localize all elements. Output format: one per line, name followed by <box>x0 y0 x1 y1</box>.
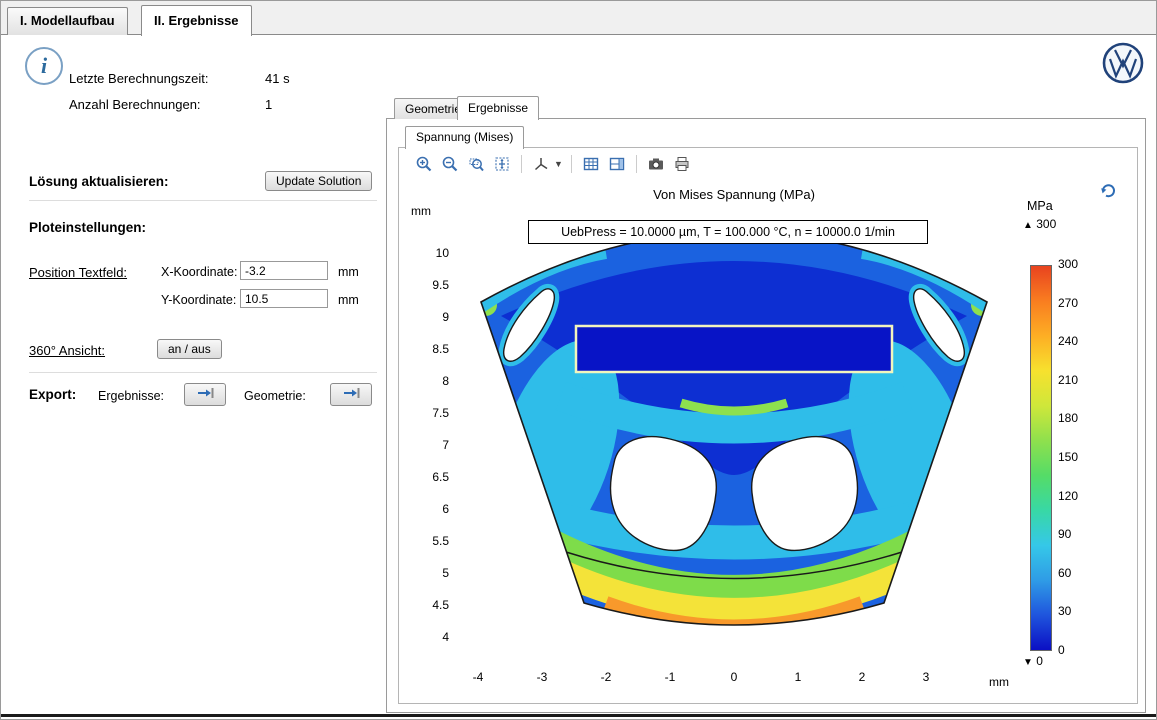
view-360-label: 360° Ansicht: <box>29 343 105 358</box>
x-axis-tick: -2 <box>586 670 626 684</box>
y-axis-tick: 4 <box>415 630 449 644</box>
plot-toolbar: ▼ <box>413 152 693 176</box>
colorbar-tick: 300 <box>1058 257 1078 271</box>
triangle-up-icon: ▲ <box>1023 220 1033 231</box>
x-axis-tick: 1 <box>778 670 818 684</box>
computation-count-value: 1 <box>265 97 272 112</box>
export-heading: Export: <box>29 387 76 402</box>
colorbar-min-value: 0 <box>1036 654 1043 668</box>
view-orientation-icon[interactable] <box>530 153 552 175</box>
y-axis-tick: 5 <box>415 566 449 580</box>
export-icon <box>196 386 215 400</box>
computation-count-label: Anzahl Berechnungen: <box>69 97 201 112</box>
legend-panel-icon[interactable] <box>606 153 628 175</box>
x-coordinate-label: X-Koordinate: <box>161 265 237 279</box>
tab-ergebnisse[interactable]: II. Ergebnisse <box>141 5 252 36</box>
colorbar-tick: 210 <box>1058 373 1078 387</box>
y-axis-tick: 4.5 <box>415 598 449 612</box>
vw-logo-icon <box>1101 41 1145 85</box>
window-bottom-edge <box>1 714 1156 717</box>
colorbar-tick: 60 <box>1058 566 1071 580</box>
colorbar-min-marker: ▼ 0 <box>1023 654 1043 668</box>
zoom-box-icon[interactable] <box>465 153 487 175</box>
last-computation-label: Letzte Berechnungszeit: <box>69 71 208 86</box>
viewer-tab-ergebnisse[interactable]: Ergebnisse <box>457 96 539 120</box>
plot-rotate-icon[interactable] <box>1099 181 1117 199</box>
zoom-extents-icon[interactable] <box>491 153 513 175</box>
toolbar-separator <box>636 155 637 173</box>
last-computation-value: 41 s <box>265 71 290 86</box>
divider <box>29 200 377 201</box>
plot-tab-spannung-mises[interactable]: Spannung (Mises) <box>405 126 524 149</box>
y-axis-tick: 7.5 <box>415 406 449 420</box>
x-axis-tick: 3 <box>906 670 946 684</box>
toolbar-separator <box>521 155 522 173</box>
plot-title: Von Mises Spannung (MPa) <box>456 187 1012 202</box>
chevron-down-icon[interactable]: ▼ <box>554 159 563 169</box>
y-coordinate-label: Y-Koordinate: <box>161 293 236 307</box>
toolbar-separator <box>571 155 572 173</box>
x-axis-tick: 0 <box>714 670 754 684</box>
x-axis-tick: -3 <box>522 670 562 684</box>
x-axis-unit-label: mm <box>989 675 1009 689</box>
y-axis-tick: 5.5 <box>415 534 449 548</box>
x-coordinate-input[interactable] <box>240 261 328 280</box>
print-icon[interactable] <box>671 153 693 175</box>
y-axis-tick: 10 <box>415 246 449 260</box>
colorbar-tick: 150 <box>1058 450 1078 464</box>
x-axis-tick: 2 <box>842 670 882 684</box>
view-360-toggle-button[interactable]: an / aus <box>157 339 222 359</box>
y-coordinate-input[interactable] <box>240 289 328 308</box>
colorbar-tick: 120 <box>1058 489 1078 503</box>
y-axis-tick: 9 <box>415 310 449 324</box>
triangle-down-icon: ▼ <box>1023 657 1033 668</box>
tab-modellaufbau[interactable]: I. Modellaufbau <box>7 7 128 35</box>
update-solution-button[interactable]: Update Solution <box>265 171 372 191</box>
zoom-in-icon[interactable] <box>413 153 435 175</box>
plot-settings-heading: Ploteinstellungen: <box>29 220 146 235</box>
colorbar-tick: 30 <box>1058 604 1071 618</box>
x-axis-tick: -4 <box>458 670 498 684</box>
app-window: I. Modellaufbau II. Ergebnisse i Letzte … <box>0 0 1157 720</box>
divider <box>29 372 377 373</box>
y-axis-tick: 7 <box>415 438 449 452</box>
von-mises-stress-plot[interactable] <box>456 201 1012 666</box>
colorbar <box>1030 265 1052 651</box>
colorbar-max-value: 300 <box>1036 217 1056 231</box>
colorbar-tick: 180 <box>1058 411 1078 425</box>
colorbar-tick: 0 <box>1058 643 1065 657</box>
export-icon <box>342 386 361 400</box>
colorbar-unit-label: MPa <box>1027 199 1053 213</box>
vw-logo <box>1101 41 1145 85</box>
y-axis-tick: 8.5 <box>415 342 449 356</box>
colorbar-tick: 270 <box>1058 296 1078 310</box>
y-coordinate-unit: mm <box>338 293 359 307</box>
x-axis-tick: -1 <box>650 670 690 684</box>
info-icon: i <box>25 47 63 85</box>
export-geometry-label: Geometrie: <box>244 389 306 403</box>
y-axis-unit-label: mm <box>411 204 431 218</box>
plot-annotation-box: UebPress = 10.0000 µm, T = 100.000 °C, n… <box>528 220 928 244</box>
info-icon-glyph: i <box>41 53 47 79</box>
export-results-label: Ergebnisse: <box>98 389 164 403</box>
colorbar-tick: 90 <box>1058 527 1071 541</box>
text-position-label: Position Textfeld: <box>29 265 127 280</box>
y-axis-tick: 6 <box>415 502 449 516</box>
y-axis-tick: 8 <box>415 374 449 388</box>
zoom-out-icon[interactable] <box>439 153 461 175</box>
y-axis-tick: 6.5 <box>415 470 449 484</box>
y-axis-tick: 9.5 <box>415 278 449 292</box>
export-geometry-button[interactable] <box>330 383 372 406</box>
x-coordinate-unit: mm <box>338 265 359 279</box>
colorbar-max-marker: ▲ 300 <box>1023 217 1056 231</box>
export-results-button[interactable] <box>184 383 226 406</box>
grid-table-icon[interactable] <box>580 153 602 175</box>
snapshot-camera-icon[interactable] <box>645 153 667 175</box>
update-solution-label: Lösung aktualisieren: <box>29 174 169 189</box>
colorbar-tick: 240 <box>1058 334 1078 348</box>
